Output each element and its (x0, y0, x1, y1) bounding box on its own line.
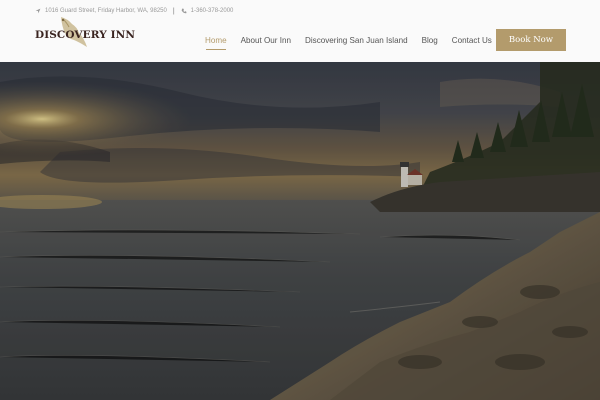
hero-scene (0, 62, 600, 400)
nav-item-contact[interactable]: Contact Us (452, 36, 492, 45)
hero-image (0, 62, 600, 400)
location-arrow-icon (35, 8, 41, 14)
nav-item-blog[interactable]: Blog (422, 36, 438, 45)
nav-item-discovering[interactable]: Discovering San Juan Island (305, 36, 408, 45)
logo[interactable]: DISCOVERY INN (35, 17, 135, 52)
book-now-button[interactable]: Book Now (496, 29, 566, 51)
divider: | (172, 7, 175, 15)
logo-text: DISCOVERY INN (35, 29, 136, 41)
nav-item-home[interactable]: Home (205, 36, 227, 50)
phone-text[interactable]: 1-360-378-2000 (191, 8, 234, 14)
phone-icon (181, 8, 187, 14)
nav-item-about[interactable]: About Our Inn (241, 36, 291, 45)
address-text: 1016 Guard Street, Friday Harbor, WA, 98… (45, 8, 167, 14)
site-header: 1016 Guard Street, Friday Harbor, WA, 98… (0, 0, 600, 62)
main-nav: Home About Our Inn Discovering San Juan … (205, 33, 492, 50)
